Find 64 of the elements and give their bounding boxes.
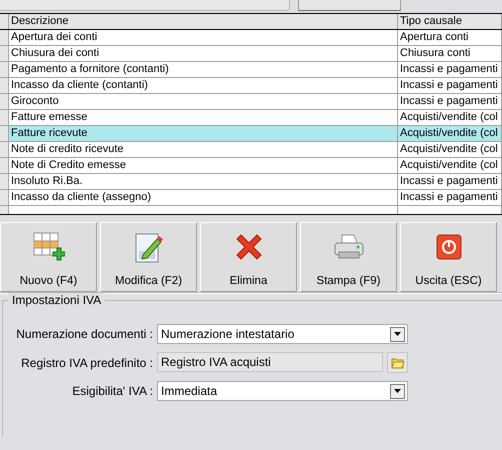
table-cell: Insoluto Ri.Ba. [9, 174, 398, 189]
table-cell: Acquisti/vendite (col [398, 110, 502, 125]
table-cell: Chiusura conti [398, 46, 502, 61]
table-row[interactable]: Note di credito ricevute Acquisti/vendite (col [0, 142, 502, 158]
dropdown-arrow-icon [394, 389, 401, 393]
table-cell: Giroconto [9, 94, 398, 109]
table-cell: Chiusura dei conti [9, 46, 398, 61]
dropdown[interactable]: Immediata [157, 381, 408, 401]
dropdown-arrow-icon [394, 332, 401, 336]
table-cell: Acquisti/vendite (col [398, 158, 502, 173]
table-cell: Fatture ricevute [9, 126, 398, 141]
table-cell: Incasso da cliente (assegno) [9, 190, 398, 205]
table-cell: Pagamento a fornitore (contanti) [9, 62, 398, 77]
table-row[interactable]: Giroconto Incassi e pagamenti [0, 94, 502, 110]
row-header [0, 78, 9, 93]
toolbar-button[interactable]: Modifica (F2) [100, 222, 197, 292]
row-header [0, 174, 9, 189]
table-cell: Incassi e pagamenti [398, 62, 502, 77]
table-cell: Acquisti/vendite (col [398, 126, 502, 141]
table-row[interactable]: Incasso da cliente (contanti) Incassi e pagamenti [0, 78, 502, 94]
table-row[interactable]: Note di Credito emesse Acquisti/vendite (col [0, 158, 502, 174]
table-cell: Incasso da cliente (contanti) [9, 78, 398, 93]
browse-button[interactable] [387, 352, 408, 373]
row-header [0, 62, 9, 77]
table-cell: Apertura conti [398, 30, 502, 45]
table-row[interactable]: Fatture ricevute Acquisti/vendite (col [0, 126, 502, 142]
folder-icon [390, 356, 404, 369]
toolbar-button[interactable]: Stampa (F9) [300, 222, 397, 292]
table-cell: Note di Credito emesse [9, 158, 398, 173]
group-title: Impostazioni IVA [8, 293, 106, 307]
row-header [0, 142, 9, 157]
toolbar-button[interactable]: Uscita (ESC) [400, 222, 497, 292]
table-cell: Apertura dei conti [9, 30, 398, 45]
cross-icon [234, 232, 264, 262]
row-header [0, 158, 9, 173]
grid-plus-icon [32, 232, 64, 262]
field-label: Numerazione documenti : [15, 327, 153, 341]
field-label: Registro IVA predefinito : [20, 356, 153, 370]
table-cell: Incassi e pagamenti [398, 94, 502, 109]
table-cell: Fatture emesse [9, 110, 398, 125]
table-cell: Note di credito ricevute [9, 142, 398, 157]
row-header [0, 46, 9, 61]
table-row[interactable]: Pagamento a fornitore (contanti) Incassi e pagamenti [0, 62, 502, 78]
column-header[interactable]: Tipo causale [398, 14, 502, 29]
printer-icon [332, 233, 364, 261]
power-icon [436, 234, 462, 260]
document-pencil-icon [134, 231, 162, 263]
table-row[interactable]: Chiusura dei conti Chiusura conti [0, 46, 502, 62]
table-cell: Incassi e pagamenti [398, 174, 502, 189]
table-row[interactable]: Apertura dei conti Apertura conti [0, 30, 502, 46]
row-header [0, 126, 9, 141]
dropdown[interactable]: Numerazione intestatario [157, 324, 408, 344]
table-row[interactable]: Incasso da cliente (assegno) Incassi e pagamenti [0, 190, 502, 206]
column-header[interactable]: Descrizione [9, 14, 398, 29]
table-cell: Incassi e pagamenti [398, 78, 502, 93]
toolbar-button[interactable]: Nuovo (F4) [0, 222, 97, 292]
toolbar-button[interactable]: Elimina [200, 222, 297, 292]
table-row[interactable]: Insoluto Ri.Ba. Incassi e pagamenti [0, 174, 502, 190]
row-header [0, 110, 9, 125]
readonly-field: Registro IVA acquisti [157, 352, 383, 372]
row-header [0, 94, 9, 109]
field-label: Esigibilita' IVA : [71, 384, 153, 398]
table-cell: Acquisti/vendite (col [398, 142, 502, 157]
table-cell: Incassi e pagamenti [398, 190, 502, 205]
